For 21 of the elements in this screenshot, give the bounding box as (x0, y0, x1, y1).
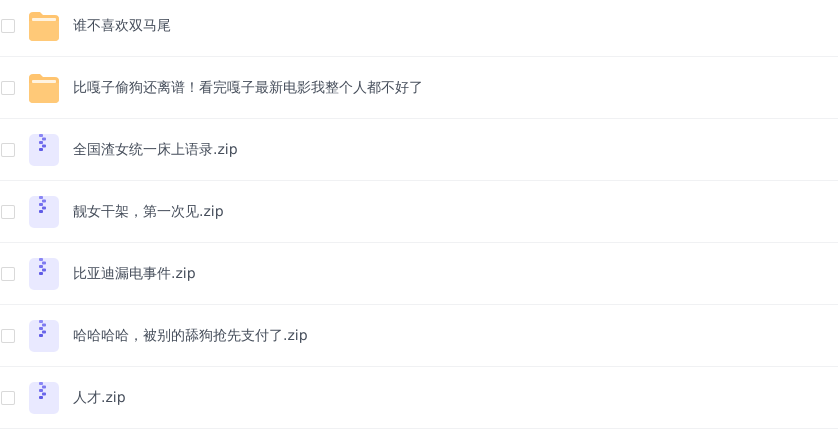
zip-file-icon (29, 258, 59, 290)
checkbox[interactable] (1, 80, 15, 94)
file-name[interactable]: 谁不喜欢双马尾 (73, 16, 171, 34)
file-name[interactable]: 哈哈哈哈，被别的舔狗抢先支付了.zip (73, 326, 308, 344)
zip-file-icon (29, 196, 59, 228)
checkbox[interactable] (1, 328, 15, 342)
checkbox[interactable] (1, 266, 15, 280)
checkbox[interactable] (1, 204, 15, 218)
checkbox[interactable] (1, 390, 15, 404)
folder-icon (29, 72, 59, 102)
file-name[interactable]: 靓女干架，第一次见.zip (73, 202, 224, 220)
folder-icon (29, 10, 59, 40)
file-name[interactable]: 人才.zip (73, 388, 126, 406)
file-name[interactable]: 比嘎子偷狗还离谱！看完嘎子最新电影我整个人都不好了 (73, 78, 423, 96)
zip-file-icon (29, 134, 59, 166)
zip-file-icon (29, 320, 59, 352)
file-name[interactable]: 比亚迪漏电事件.zip (73, 264, 196, 282)
zip-file-icon (29, 382, 59, 414)
checkbox[interactable] (1, 142, 15, 156)
checkbox[interactable] (1, 18, 15, 32)
file-name[interactable]: 全国渣女统一床上语录.zip (73, 140, 238, 158)
